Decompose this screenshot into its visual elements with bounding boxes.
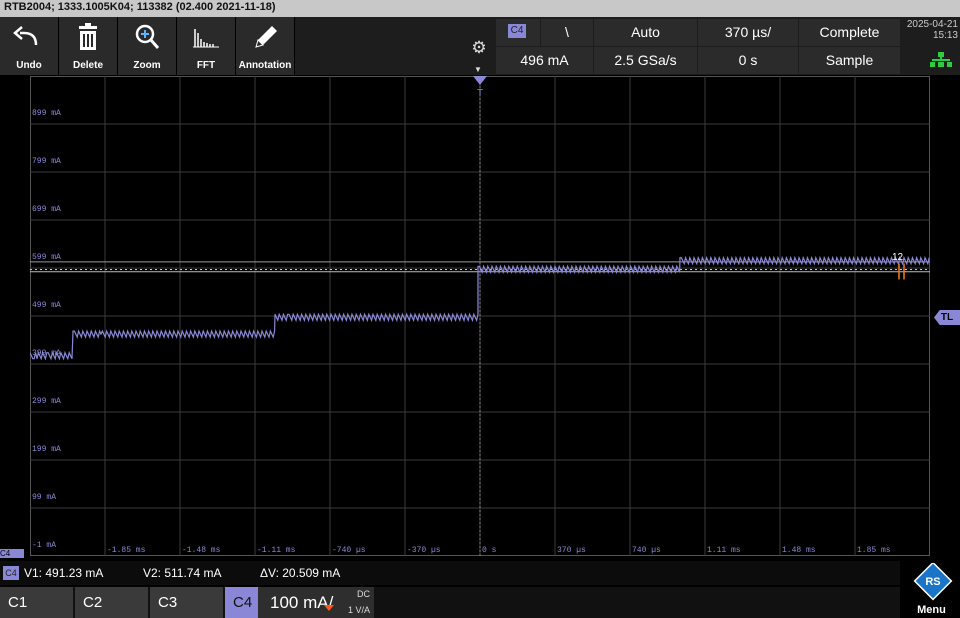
x-axis-label: 370 µs <box>557 546 586 555</box>
undo-arrow-icon <box>0 23 58 51</box>
sample-rate-cell[interactable]: 2.5 GSa/s <box>594 47 697 74</box>
y-axis-label: 899 mA <box>32 109 61 118</box>
channel-c4-probe-ratio: 1 V/A <box>347 605 370 615</box>
y-axis-label: 299 mA <box>32 397 61 406</box>
x-axis-label: 0 s <box>482 546 497 555</box>
y-axis-label: -1 mA <box>32 541 56 550</box>
x-axis-label: -370 µs <box>407 546 441 555</box>
x-axis-label: -740 µs <box>332 546 366 555</box>
gear-icon[interactable]: ⚙ <box>468 37 490 59</box>
x-axis-label: 740 µs <box>632 546 661 555</box>
menu-label: Menu <box>917 604 946 616</box>
zoom-plus-icon <box>118 23 176 51</box>
menu-button[interactable]: RS Menu <box>903 563 960 618</box>
x-axis-label: -1.85 ms <box>107 546 146 555</box>
horizontal-position-cell[interactable]: 0 s <box>698 47 798 74</box>
timebase-cell[interactable]: 370 µs/ <box>698 19 798 46</box>
undo-label: Undo <box>16 60 42 71</box>
y-axis-label: 799 mA <box>32 157 61 166</box>
trigger-level-cell[interactable]: 496 mA <box>496 47 593 74</box>
annotation-button[interactable]: Annotation <box>236 17 295 75</box>
rs-logo-icon: RS <box>913 563 953 601</box>
trigger-level-marker[interactable]: TL <box>934 310 960 325</box>
y-axis-label: 699 mA <box>32 205 61 214</box>
date-time: 2025-04-21 15:13 <box>900 19 958 41</box>
trigger-position-marker-icon <box>473 76 487 85</box>
channel-c1-button[interactable]: C1 <box>0 587 73 618</box>
fft-label: FFT <box>196 60 216 71</box>
network-connected-icon <box>930 52 952 68</box>
title-bar: RTB2004; 1333.1005K04; 113382 (02.400 20… <box>0 0 960 17</box>
measurement-channel-badge: C4 <box>3 566 19 580</box>
trigger-mode-cell[interactable]: Auto <box>594 19 697 46</box>
waveform-grid: T899 mA799 mA699 mA599 mA499 mA399 mA299… <box>30 76 930 556</box>
fft-spectrum-icon <box>177 23 235 51</box>
svg-text:RS: RS <box>925 576 940 588</box>
x-axis-label: 1.48 ms <box>782 546 816 555</box>
channel-c2-button[interactable]: C2 <box>75 587 148 618</box>
undo-button[interactable]: Undo <box>0 17 59 75</box>
probe-indicator-icon <box>324 605 334 611</box>
x-axis-label: 1.85 ms <box>857 546 891 555</box>
cursor-measurement-bar: C4 V1: 491.23 mA V2: 511.74 mA ΔV: 20.50… <box>0 561 900 585</box>
zoom-label: Zoom <box>133 60 161 71</box>
acquisition-state-cell[interactable]: Complete <box>799 19 900 46</box>
zoom-button[interactable]: Zoom <box>118 17 177 75</box>
trigger-slope-cell[interactable]: \ <box>541 19 593 46</box>
waveform-display[interactable]: T 899 mA 799 mA 699 mA 599 mA 499 mA 399 mA 299… <box>30 76 930 556</box>
fft-button[interactable]: FFT <box>177 17 236 75</box>
delete-button[interactable]: Delete <box>59 17 118 75</box>
chevron-down-icon: ▼ <box>474 65 482 74</box>
x-axis-label: -1.11 ms <box>257 546 296 555</box>
y-axis-label: 499 mA <box>32 301 61 310</box>
cursor-delta-readout: ΔV: 20.509 mA <box>260 566 341 580</box>
cursor-v1-readout: V1: 491.23 mA <box>24 566 104 580</box>
x-axis-label: 1.11 ms <box>707 546 741 555</box>
channel-c1-label: C1 <box>8 594 28 611</box>
annotation-label: Annotation <box>238 60 292 71</box>
channel-offset-marker[interactable]: C4 <box>0 549 24 558</box>
date: 2025-04-21 <box>906 19 958 30</box>
time: 15:13 <box>932 30 958 41</box>
acquisition-mode-cell[interactable]: Sample <box>799 47 900 74</box>
channel-c3-button[interactable]: C3 <box>150 587 223 618</box>
trigger-marker-label: T <box>477 88 483 99</box>
channel-c4-label: C4 <box>233 594 253 611</box>
channel-c4-settings[interactable]: 100 mA/ DC 1 V/A <box>258 587 374 618</box>
channel-bar: C1 C2 C3 C4 100 mA/ DC 1 V/A <box>0 587 900 618</box>
trigger-source-badge: C4 <box>508 24 526 38</box>
y-axis-label: 199 mA <box>32 445 61 454</box>
cursor-v2-readout: V2: 511.74 mA <box>143 566 222 580</box>
pencil-icon <box>236 23 294 51</box>
instrument-id: RTB2004; 1333.1005K04; 113382 (02.400 20… <box>4 1 276 13</box>
y-axis-label: 599 mA <box>32 253 61 262</box>
channel-c4-coupling: DC <box>357 589 370 599</box>
trash-icon <box>59 23 117 51</box>
cursor-labels: 12 <box>892 252 904 263</box>
channel-c4-button[interactable]: C4 <box>225 587 258 618</box>
x-axis-label: -1.48 ms <box>182 546 221 555</box>
delete-label: Delete <box>72 60 103 71</box>
channel-c3-label: C3 <box>158 594 178 611</box>
channel-c2-label: C2 <box>83 594 103 611</box>
y-axis-label: 99 mA <box>32 493 56 502</box>
